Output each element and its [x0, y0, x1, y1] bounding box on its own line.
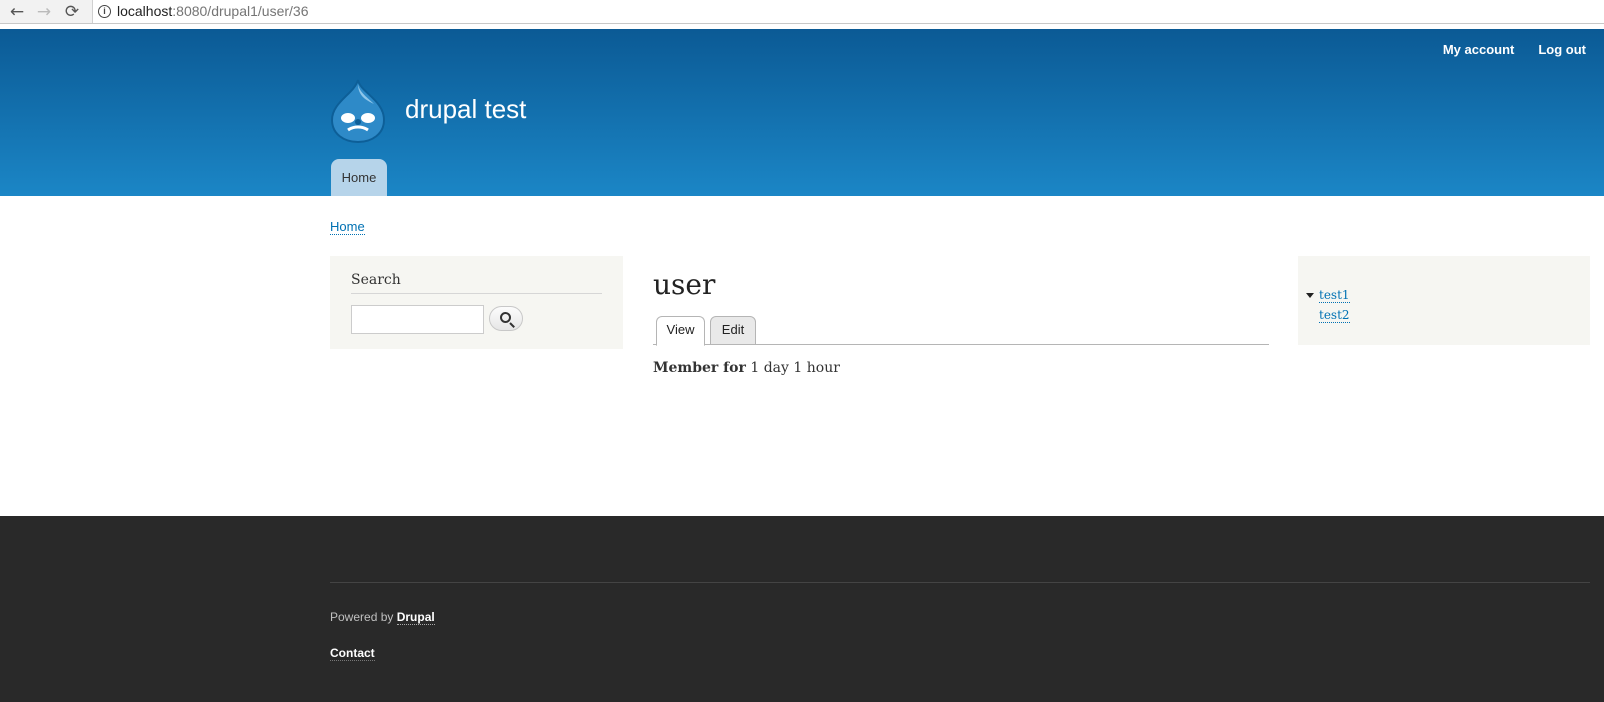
back-icon[interactable]: ←: [6, 2, 28, 22]
site-name[interactable]: drupal test: [405, 94, 526, 125]
tab-edit[interactable]: Edit: [710, 316, 756, 345]
expand-arrow-icon[interactable]: [1306, 293, 1314, 298]
url-host: localhost: [117, 3, 173, 19]
drupal-logo-icon[interactable]: [328, 78, 388, 144]
forward-icon[interactable]: →: [33, 2, 55, 22]
page-title: user: [653, 268, 716, 301]
site-footer: Powered by Drupal Contact: [0, 516, 1604, 702]
search-input[interactable]: [351, 305, 484, 334]
log-out-link[interactable]: Log out: [1538, 42, 1586, 57]
url-text[interactable]: localhost:8080/drupal1/user/36: [117, 3, 308, 19]
url-path: :8080/drupal1/user/36: [172, 3, 309, 19]
member-for-value: 1 day 1 hour: [750, 360, 840, 376]
menu-link-test1[interactable]: test1: [1319, 289, 1350, 303]
sidebar-first: Search: [330, 256, 623, 349]
menu-link-test2[interactable]: test2: [1319, 309, 1350, 323]
browser-toolbar: ← → ⟳ i localhost:8080/drupal1/user/36: [0, 0, 1604, 24]
main-menu-home[interactable]: Home: [331, 159, 387, 196]
member-for: Member for 1 day 1 hour: [653, 360, 840, 376]
secondary-menu: My account Log out: [1443, 42, 1586, 57]
address-bar[interactable]: i localhost:8080/drupal1/user/36: [92, 0, 1604, 23]
powered-by-text: Powered by: [330, 610, 394, 624]
info-icon[interactable]: i: [98, 5, 111, 18]
reload-icon[interactable]: ⟳: [61, 2, 83, 22]
sidebar-second: test1 test2: [1298, 256, 1590, 345]
search-block-title: Search: [351, 272, 602, 294]
contact-link[interactable]: Contact: [330, 646, 375, 661]
my-account-link[interactable]: My account: [1443, 42, 1515, 57]
site-header: My account Log out drupal test Home: [0, 29, 1604, 196]
powered-by: Powered by Drupal: [330, 610, 435, 625]
breadcrumb-home[interactable]: Home: [330, 219, 365, 235]
tab-view[interactable]: View: [656, 316, 705, 346]
search-button[interactable]: [489, 306, 523, 331]
drupal-link[interactable]: Drupal: [396, 610, 435, 625]
footer-divider: [330, 582, 1590, 583]
member-for-label: Member for: [653, 360, 746, 376]
